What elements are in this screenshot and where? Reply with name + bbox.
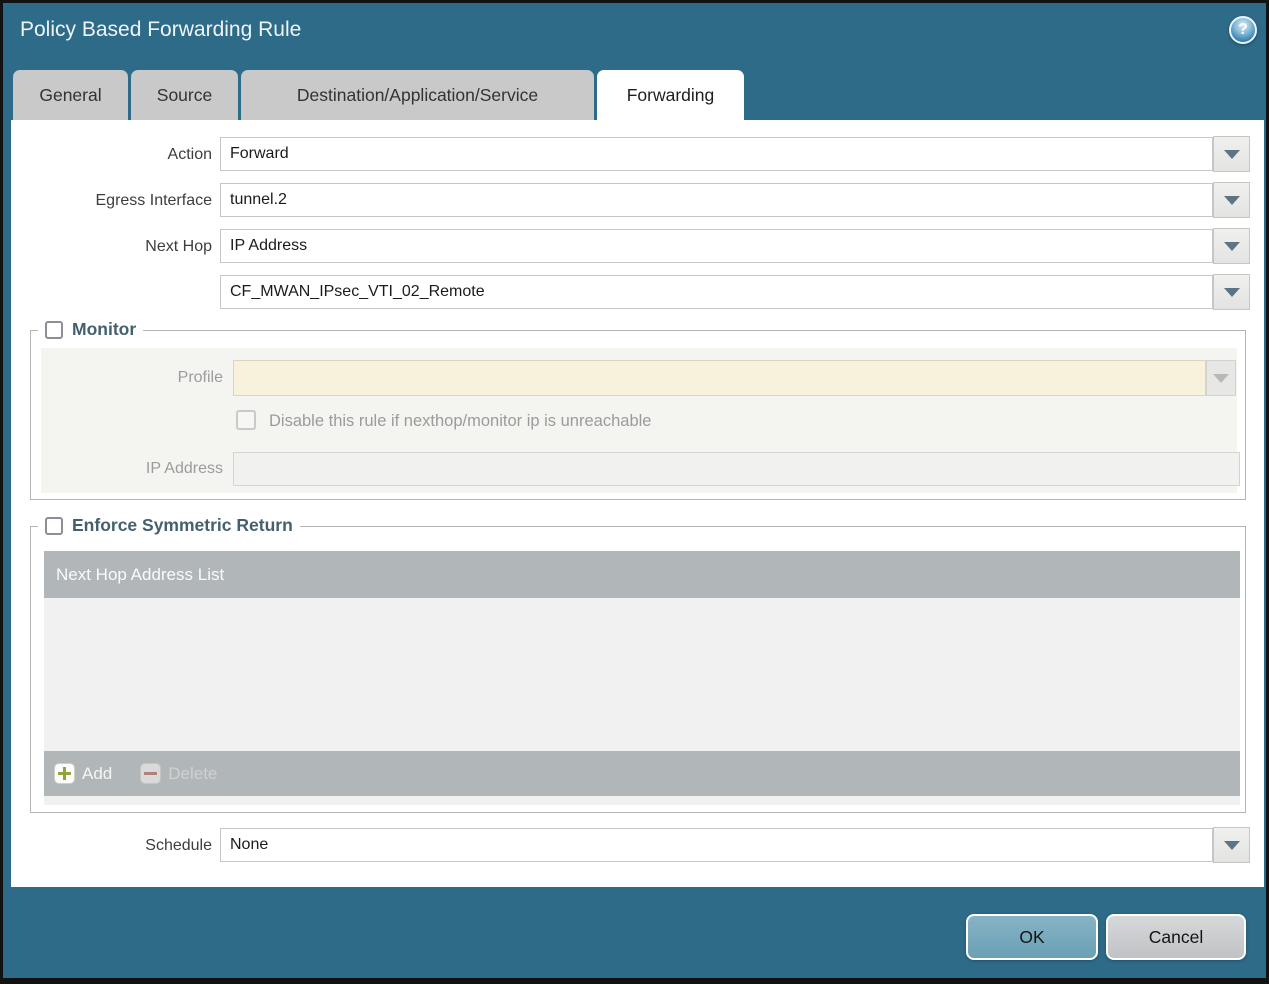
add-button-label: Add xyxy=(82,763,113,783)
chevron-down-icon xyxy=(1223,840,1240,850)
egress-interface-dropdown-button[interactable] xyxy=(1213,182,1250,218)
monitor-section: Monitor Profile Disable this rule if nex… xyxy=(30,319,1246,500)
egress-interface-select[interactable]: tunnel.2 xyxy=(220,183,1213,217)
help-icon[interactable]: ? xyxy=(1229,16,1257,44)
add-button[interactable]: Add xyxy=(54,763,112,784)
next-hop-label: Next Hop xyxy=(145,238,212,255)
ok-button[interactable]: OK xyxy=(966,914,1098,960)
tab-destination-application-service[interactable]: Destination/Application/Service xyxy=(241,70,594,120)
next-hop-dropdown-button[interactable] xyxy=(1213,228,1250,264)
chevron-down-icon xyxy=(1213,373,1229,383)
dialog-policy-based-forwarding-rule: Policy Based Forwarding Rule ? General S… xyxy=(0,0,1269,984)
table-footer: Add Delete xyxy=(44,751,1240,796)
symmetric-return-title: Enforce Symmetric Return xyxy=(72,515,293,535)
profile-dropdown-button xyxy=(1206,360,1236,396)
tab-forwarding[interactable]: Forwarding xyxy=(597,70,744,121)
table-header-next-hop-address-list: Next Hop Address List xyxy=(44,551,1240,598)
egress-interface-label: Egress Interface xyxy=(95,192,213,209)
next-hop-address-dropdown-button[interactable] xyxy=(1213,274,1250,310)
profile-select xyxy=(233,360,1206,396)
action-label: Action xyxy=(167,146,212,163)
plus-icon xyxy=(54,763,75,784)
monitor-legend: Monitor xyxy=(38,319,144,340)
tab-general[interactable]: General xyxy=(13,70,128,120)
symmetric-return-checkbox[interactable] xyxy=(45,516,63,535)
action-select[interactable]: Forward xyxy=(220,137,1213,171)
disable-rule-checkbox xyxy=(236,410,256,430)
dialog-title: Policy Based Forwarding Rule xyxy=(20,18,302,41)
next-hop-address-list-table: Next Hop Address List Add Delete xyxy=(44,551,1240,805)
monitor-ip-address-input xyxy=(233,452,1240,486)
table-body-empty xyxy=(44,598,1240,751)
schedule-dropdown-button[interactable] xyxy=(1213,827,1250,863)
monitor-checkbox[interactable] xyxy=(45,320,63,339)
tab-bar: General Source Destination/Application/S… xyxy=(13,70,744,121)
delete-button-label: Delete xyxy=(168,763,218,783)
monitor-title: Monitor xyxy=(72,319,137,339)
minus-icon xyxy=(140,763,162,784)
symmetric-return-section: Enforce Symmetric Return Next Hop Addres… xyxy=(30,515,1246,813)
schedule-label: Schedule xyxy=(145,837,212,854)
chevron-down-icon xyxy=(1223,149,1240,159)
symmetric-return-legend: Enforce Symmetric Return xyxy=(38,515,300,536)
schedule-select[interactable]: None xyxy=(220,828,1213,862)
disable-rule-label: Disable this rule if nexthop/monitor ip … xyxy=(269,412,652,430)
monitor-ip-address-label: IP Address xyxy=(145,460,223,477)
profile-label: Profile xyxy=(177,369,223,386)
forwarding-tab-panel: Action Forward Egress Interface tunnel.2… xyxy=(11,120,1264,887)
next-hop-select[interactable]: IP Address xyxy=(220,229,1213,263)
action-dropdown-button[interactable] xyxy=(1213,136,1250,172)
tab-source[interactable]: Source xyxy=(131,70,238,120)
delete-button: Delete xyxy=(140,763,217,784)
table-bottom-strip xyxy=(44,796,1240,805)
chevron-down-icon xyxy=(1223,195,1240,205)
cancel-button[interactable]: Cancel xyxy=(1106,914,1246,960)
next-hop-address-select[interactable]: CF_MWAN_IPsec_VTI_02_Remote xyxy=(220,275,1213,309)
chevron-down-icon xyxy=(1223,241,1240,251)
chevron-down-icon xyxy=(1223,287,1240,297)
